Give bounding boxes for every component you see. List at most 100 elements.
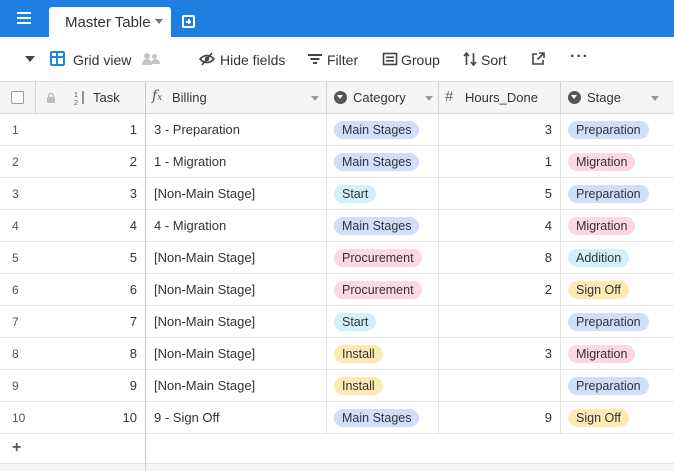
cell-billing[interactable]: [Non-Main Stage] (146, 242, 327, 274)
cell-task[interactable]: 1 (36, 114, 146, 146)
table-row[interactable]: 5 5 [Non-Main Stage] Procurement 8 Addition (0, 242, 674, 274)
cell-task[interactable]: 5 (36, 242, 146, 274)
cell-billing[interactable]: [Non-Main Stage] (146, 306, 327, 338)
cell-billing[interactable]: 4 - Migration (146, 210, 327, 242)
cell-hours-done[interactable]: 1 (439, 146, 561, 178)
more-options-icon[interactable]: ··· (570, 48, 589, 66)
cell-task[interactable]: 9 (36, 370, 146, 402)
cell-stage[interactable]: Migration (561, 338, 674, 370)
cell-hours-done[interactable]: 4 (439, 210, 561, 242)
grid-view-icon (50, 51, 65, 66)
cell-category[interactable]: Main Stages (327, 114, 439, 146)
billing-value: 9 - Sign Off (154, 410, 220, 425)
filter-button[interactable]: Filter (327, 52, 358, 68)
chevron-down-icon[interactable] (651, 96, 659, 101)
cell-stage[interactable]: Migration (561, 210, 674, 242)
view-switcher-chevron-icon[interactable] (25, 56, 35, 62)
cell-stage[interactable]: Preparation (561, 114, 674, 146)
column-header-billing[interactable]: fx Billing (146, 82, 327, 114)
stage-pill: Preparation (568, 377, 649, 395)
cell-stage[interactable]: Preparation (561, 306, 674, 338)
cell-hours-done[interactable] (439, 306, 561, 338)
group-icon[interactable] (382, 51, 398, 67)
cell-task[interactable]: 4 (36, 210, 146, 242)
table-row[interactable]: 8 8 [Non-Main Stage] Install 3 Migration (0, 338, 674, 370)
add-row-cell[interactable]: + (0, 434, 146, 464)
add-table-icon[interactable] (182, 15, 195, 28)
cell-stage[interactable]: Preparation (561, 370, 674, 402)
hours-value: 2 (544, 282, 552, 297)
cell-category[interactable]: Start (327, 178, 439, 210)
hamburger-menu-icon[interactable] (17, 12, 31, 24)
table-row[interactable]: 3 3 [Non-Main Stage] Start 5 Preparation (0, 178, 674, 210)
table-row[interactable]: 2 2 1 - Migration Main Stages 1 Migration (0, 146, 674, 178)
table-tab-label: Master Table (65, 14, 151, 31)
cell-billing[interactable]: [Non-Main Stage] (146, 178, 327, 210)
cell-billing[interactable]: [Non-Main Stage] (146, 274, 327, 306)
hide-fields-icon[interactable] (199, 51, 215, 67)
cell-task[interactable]: 10 (36, 402, 146, 434)
table-row[interactable]: 4 4 4 - Migration Main Stages 4 Migration (0, 210, 674, 242)
cell-hours-done[interactable] (439, 370, 561, 402)
cell-billing[interactable]: 9 - Sign Off (146, 402, 327, 434)
table-row[interactable]: 10 10 9 - Sign Off Main Stages 9 Sign Off (0, 402, 674, 434)
cell-stage[interactable]: Sign Off (561, 274, 674, 306)
view-name[interactable]: Grid view (73, 52, 131, 68)
table-row[interactable]: 6 6 [Non-Main Stage] Procurement 2 Sign Off (0, 274, 674, 306)
chevron-down-icon[interactable] (425, 96, 433, 101)
cell-task[interactable]: 6 (36, 274, 146, 306)
add-row[interactable]: + (0, 434, 674, 464)
add-record-icon[interactable]: + (12, 439, 21, 457)
cell-stage[interactable]: Addition (561, 242, 674, 274)
column-header-row: 1 2 Task fx Billing Category # Hours_Don… (0, 82, 674, 114)
cell-task[interactable]: 3 (36, 178, 146, 210)
share-view-icon[interactable] (530, 51, 546, 67)
cell-stage[interactable]: Preparation (561, 178, 674, 210)
table-tab-master[interactable]: Master Table (49, 7, 171, 37)
cell-stage[interactable]: Migration (561, 146, 674, 178)
stage-pill: Sign Off (568, 409, 629, 427)
group-button[interactable]: Group (401, 52, 440, 68)
cell-category[interactable]: Procurement (327, 242, 439, 274)
cell-hours-done[interactable]: 2 (439, 274, 561, 306)
hide-fields-button[interactable]: Hide fields (220, 52, 285, 68)
sort-icon[interactable] (462, 51, 478, 67)
cell-stage[interactable]: Sign Off (561, 402, 674, 434)
table-row[interactable]: 9 9 [Non-Main Stage] Install Preparation (0, 370, 674, 402)
cell-category[interactable]: Start (327, 306, 439, 338)
column-header-task[interactable]: 1 2 Task (36, 82, 146, 114)
select-all-checkbox[interactable] (11, 91, 24, 104)
cell-hours-done[interactable]: 9 (439, 402, 561, 434)
column-header-hours[interactable]: # Hours_Done (439, 82, 561, 114)
table-row[interactable]: 7 7 [Non-Main Stage] Start Preparation (0, 306, 674, 338)
cell-category[interactable]: Procurement (327, 274, 439, 306)
cell-category[interactable]: Main Stages (327, 210, 439, 242)
cell-billing[interactable]: 1 - Migration (146, 146, 327, 178)
column-header-category[interactable]: Category (327, 82, 439, 114)
svg-text:1: 1 (74, 92, 78, 99)
row-number: 6 (12, 283, 19, 297)
cell-billing[interactable]: [Non-Main Stage] (146, 370, 327, 402)
hours-value: 3 (544, 122, 552, 137)
cell-hours-done[interactable]: 3 (439, 114, 561, 146)
cell-category[interactable]: Install (327, 370, 439, 402)
chevron-down-icon[interactable] (155, 19, 163, 24)
cell-billing[interactable]: 3 - Preparation (146, 114, 327, 146)
cell-hours-done[interactable]: 3 (439, 338, 561, 370)
task-value: 1 (129, 122, 137, 137)
filter-icon[interactable] (307, 51, 323, 67)
cell-hours-done[interactable]: 8 (439, 242, 561, 274)
column-header-stage[interactable]: Stage (561, 82, 674, 114)
cell-task[interactable]: 8 (36, 338, 146, 370)
cell-category[interactable]: Main Stages (327, 146, 439, 178)
cell-billing[interactable]: [Non-Main Stage] (146, 338, 327, 370)
cell-task[interactable]: 2 (36, 146, 146, 178)
cell-category[interactable]: Main Stages (327, 402, 439, 434)
sort-button[interactable]: Sort (481, 52, 507, 68)
chevron-down-icon[interactable] (311, 96, 319, 101)
table-row[interactable]: 1 1 3 - Preparation Main Stages 3 Preparation (0, 114, 674, 146)
row-number: 5 (12, 251, 19, 265)
cell-category[interactable]: Install (327, 338, 439, 370)
cell-hours-done[interactable]: 5 (439, 178, 561, 210)
cell-task[interactable]: 7 (36, 306, 146, 338)
